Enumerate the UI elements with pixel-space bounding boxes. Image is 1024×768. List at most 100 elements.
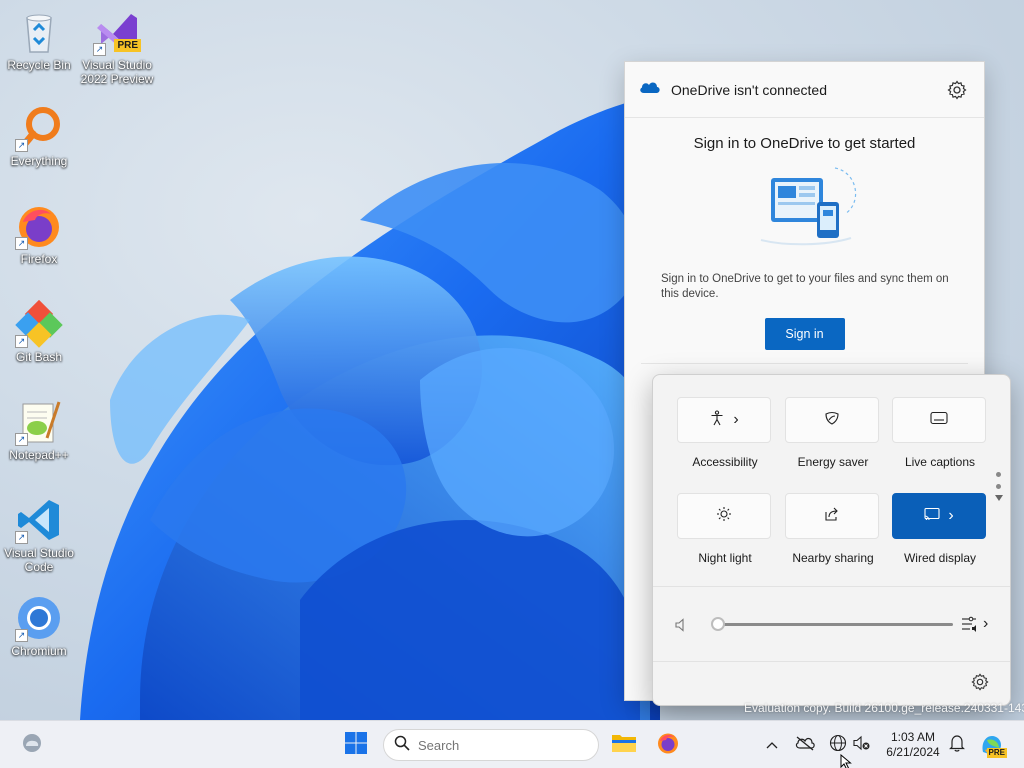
tile-label: Energy saver [797,455,869,469]
taskbar-search-box[interactable] [383,729,599,761]
speaker-muted-icon [853,735,871,756]
desktop-icon-notepad-plus-plus[interactable]: ↗ Notepad++ [1,398,77,462]
quick-settings-footer-divider [653,661,1010,662]
chevron-right-icon: › [983,615,989,632]
search-input[interactable] [418,737,578,753]
onedrive-heading: Sign in to OneDrive to get started [693,135,916,152]
desktop-icon-label: Chromium [11,644,67,658]
desktop-icon-label: Recycle Bin [7,58,71,72]
tile-button[interactable] [892,397,986,443]
page-down-arrow-icon[interactable] [995,495,1003,501]
desktop-icon-visual-studio-preview[interactable]: PRE ↗ Visual Studio 2022 Preview [79,8,155,86]
desktop-icon-vscode[interactable]: ↗ Visual Studio Code [1,496,77,574]
page-dots [995,472,1003,501]
preview-badge: PRE [114,39,141,52]
firefox-icon [656,731,680,760]
onedrive-tray-button[interactable] [792,729,818,761]
accessibility-icon [709,409,725,431]
onedrive-sign-in-button[interactable]: Sign in [764,318,845,350]
onedrive-illustration [745,162,865,252]
desktop-icon-label: Visual Studio 2022 Preview [80,58,154,86]
chevron-right-icon[interactable]: › [948,507,953,525]
onedrive-offline-icon [795,735,815,756]
desktop-icon-label: Everything [10,154,68,168]
git-bash-icon: ↗ [15,299,63,348]
desktop-icon-chromium[interactable]: ↗ Chromium [1,594,77,658]
tile-label: Nearby sharing [792,551,874,565]
desktop-icon-label: Git Bash [15,350,63,364]
onedrive-settings-gear-icon[interactable] [944,77,970,103]
notifications-button[interactable] [946,729,968,761]
tile-button[interactable] [785,493,879,539]
volume-slider-track[interactable] [717,623,953,626]
audio-output-mixer-icon[interactable]: › [961,615,988,633]
quick-settings-gear-icon[interactable] [971,673,989,696]
tile-label: Live captions [904,455,976,469]
speaker-muted-icon[interactable] [675,618,687,637]
taskbar-clock[interactable]: 1:03 AM 6/21/2024 [880,730,946,760]
tile-accessibility[interactable]: › Accessibility [677,397,773,469]
mouse-cursor-icon [840,753,852,768]
shortcut-arrow-icon: ↗ [15,433,28,446]
chevron-right-icon[interactable]: › [733,411,738,429]
start-button[interactable] [340,729,372,761]
page-dot[interactable] [996,484,1001,489]
page-dot[interactable] [996,472,1001,477]
onedrive-divider [641,363,968,364]
tile-button[interactable] [785,397,879,443]
firefox-taskbar-button[interactable] [652,729,684,761]
desktop-icon-git-bash[interactable]: ↗ Git Bash [1,299,77,364]
tile-energy-saver[interactable]: Energy saver [785,397,881,469]
desktop-icon-label: Notepad++ [9,448,69,462]
shortcut-arrow-icon: ↗ [15,629,28,642]
tile-nearby-sharing[interactable]: Nearby sharing [785,493,881,565]
chromium-icon: ↗ [15,594,63,642]
bell-icon [949,734,965,757]
firefox-icon: ↗ [15,202,63,250]
shortcut-arrow-icon: ↗ [93,43,106,56]
desktop-icon-everything[interactable]: ↗ Everything [1,104,77,168]
volume-tray-button[interactable] [851,729,873,761]
folder-icon [611,732,637,759]
quick-settings-panel: › Accessibility Energy saver Live captio… [652,374,1011,706]
onedrive-body: Sign in to OneDrive to get started Sign … [625,135,984,364]
tile-label: Night light [698,551,752,565]
clock-date: 6/21/2024 [886,745,940,759]
shortcut-arrow-icon: ↗ [15,139,28,152]
file-explorer-button[interactable] [608,729,640,761]
chevron-up-icon [766,736,778,754]
desktop-icon-label: Firefox [20,252,58,266]
tile-label: Accessibility [692,455,758,469]
evaluation-watermark: Evaluation copy. Build 26100.ge_release.… [744,701,1024,715]
vscode-icon: ↗ [15,496,63,544]
live-captions-icon [930,411,948,430]
clock-time: 1:03 AM [890,730,936,744]
onedrive-description: Sign in to OneDrive to get to your files… [661,273,949,300]
copilot-preview-badge: PRE [986,748,1007,758]
copilot-button[interactable]: PRE [978,729,1007,761]
tile-button[interactable]: › [677,397,771,443]
tile-button[interactable] [677,493,771,539]
tile-button[interactable]: › [892,493,986,539]
notepad-plus-plus-icon: ↗ [15,398,63,446]
desktop-icon-firefox[interactable]: ↗ Firefox [1,202,77,266]
weather-widget-icon [20,731,44,760]
quick-settings-divider [653,586,1010,587]
shortcut-arrow-icon: ↗ [15,531,28,544]
desktop-icon-recycle-bin[interactable]: Recycle Bin [1,8,77,72]
tray-overflow-button[interactable] [762,729,782,761]
energy-saver-icon [824,410,840,431]
taskbar: 1:03 AM 6/21/2024 PRE [0,720,1024,768]
cast-icon [924,507,940,526]
widgets-button[interactable] [16,729,48,761]
tile-live-captions[interactable]: Live captions [892,397,988,469]
shortcut-arrow-icon: ↗ [15,237,28,250]
shortcut-arrow-icon: ↗ [15,335,28,348]
tile-night-light[interactable]: Night light [677,493,773,565]
desktop-icon-label: Visual Studio Code [4,546,74,574]
night-light-icon [716,506,732,527]
onedrive-title: OneDrive isn't connected [671,81,827,98]
tile-wired-display[interactable]: › Wired display [892,493,988,565]
onedrive-header: OneDrive isn't connected [625,62,984,118]
volume-slider-thumb[interactable] [711,617,725,631]
